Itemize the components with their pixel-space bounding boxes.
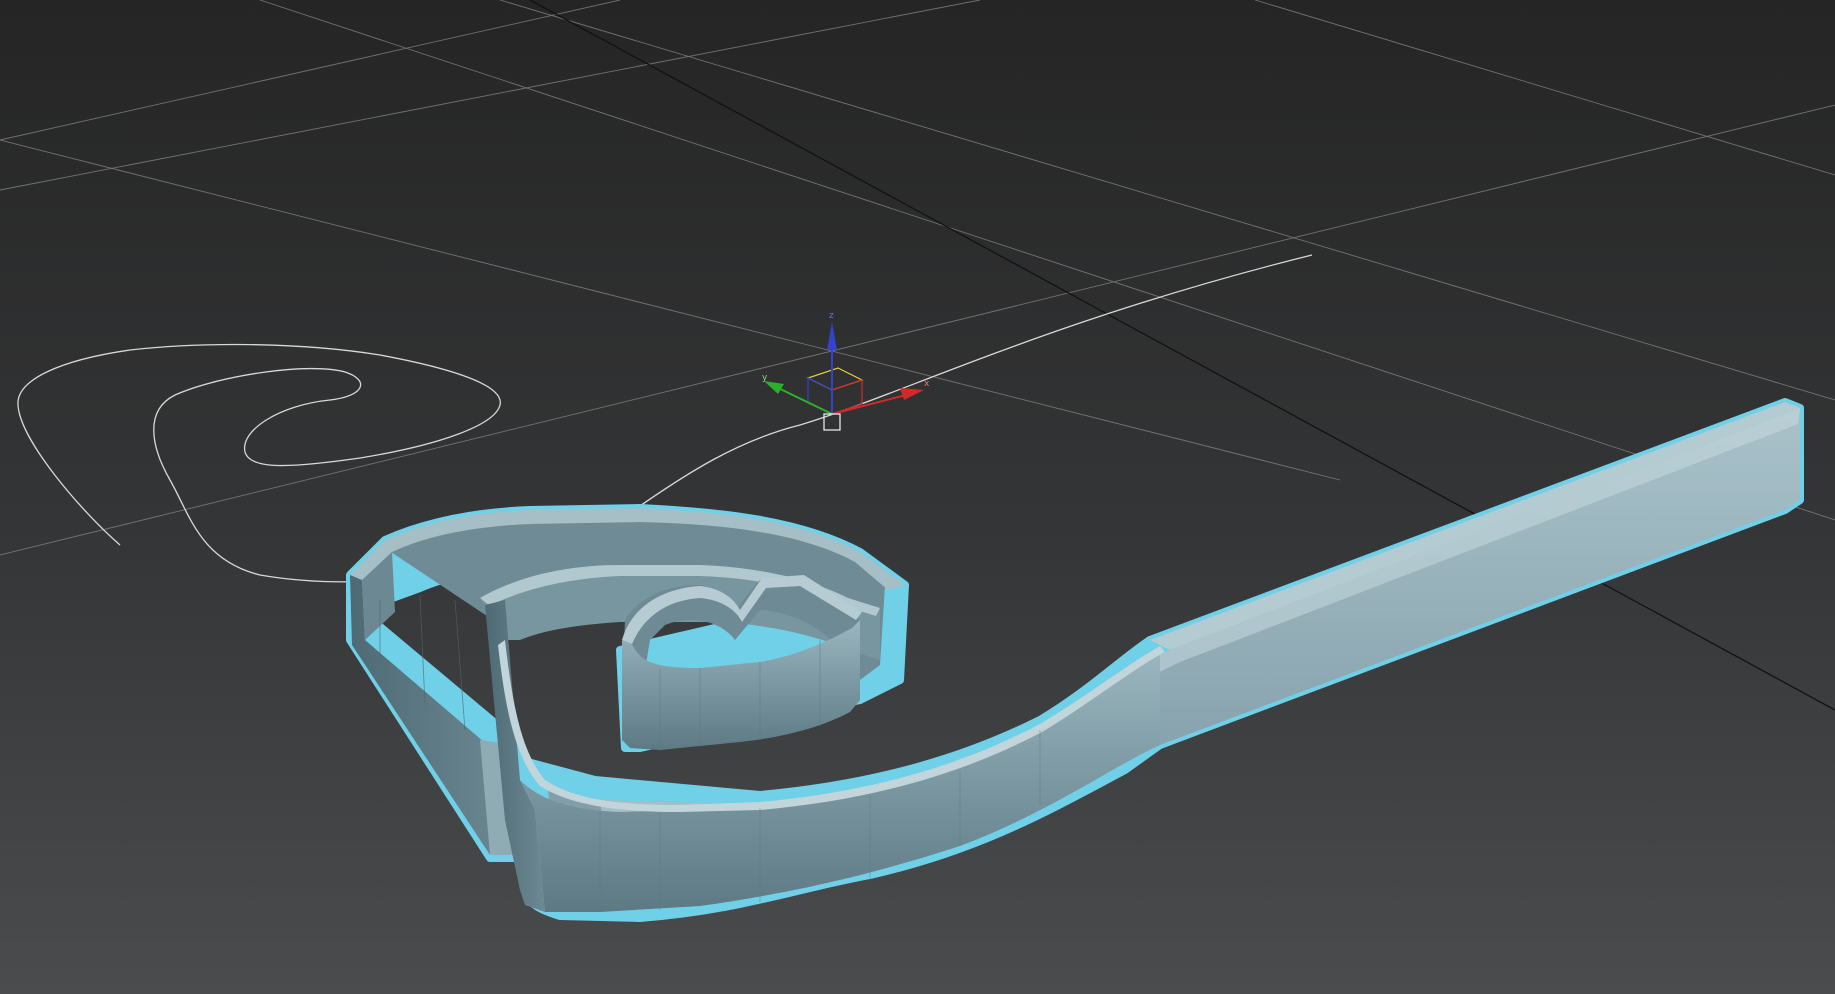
viewport-canvas[interactable]: z y x — [0, 0, 1835, 994]
perspective-viewport[interactable]: z y x — [0, 0, 1835, 994]
gizmo-z-label: z — [829, 311, 834, 321]
gizmo-x-label: x — [924, 379, 930, 389]
gizmo-y-label: y — [762, 373, 768, 383]
